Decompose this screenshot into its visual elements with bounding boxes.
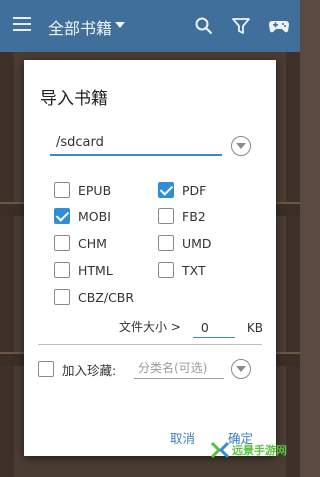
format-label: FB2 <box>182 208 206 224</box>
library-title[interactable]: 全部书籍 <box>48 15 112 39</box>
format-option-txt[interactable]: TXT <box>158 260 206 280</box>
checkbox[interactable] <box>54 182 70 198</box>
favorite-option[interactable]: 加入珍藏: <box>38 358 116 380</box>
format-option-mobi[interactable]: MOBI <box>54 206 111 226</box>
checkbox-checked[interactable] <box>158 182 174 198</box>
watermark: 远景手游网 <box>210 436 287 464</box>
format-label: HTML <box>78 262 113 278</box>
menu-icon[interactable] <box>13 17 31 31</box>
watermark-logo-icon <box>210 441 230 459</box>
shelf-side <box>0 52 14 477</box>
category-dropdown-icon[interactable] <box>231 359 251 379</box>
format-option-cbz-cbr[interactable]: CBZ/CBR <box>54 287 134 307</box>
format-label: MOBI <box>78 208 111 224</box>
format-option-umd[interactable]: UMD <box>158 233 212 253</box>
search-icon[interactable] <box>195 17 213 35</box>
dialog-title: 导入书籍 <box>40 89 108 109</box>
checkbox[interactable] <box>158 235 174 251</box>
divider <box>38 344 262 345</box>
checkbox[interactable] <box>158 208 174 224</box>
file-size-label: 文件大小 > <box>119 320 181 334</box>
path-dropdown-icon[interactable] <box>231 136 251 156</box>
chevron-down-icon[interactable] <box>115 22 125 28</box>
format-option-pdf[interactable]: PDF <box>158 180 206 200</box>
cancel-button[interactable]: 取消 <box>170 428 195 447</box>
format-option-fb2[interactable]: FB2 <box>158 206 206 226</box>
format-label: UMD <box>182 235 212 251</box>
app-bar: 全部书籍 <box>0 0 300 52</box>
checkbox[interactable] <box>158 262 174 278</box>
format-label: PDF <box>182 182 207 198</box>
category-input[interactable]: 分类名(可选) <box>134 359 224 379</box>
file-size-input[interactable]: 0 <box>192 320 235 338</box>
watermark-text: 远景手游网 <box>232 444 287 457</box>
format-option-html[interactable]: HTML <box>54 260 113 280</box>
favorite-checkbox[interactable] <box>38 361 54 377</box>
format-label: CHM <box>78 235 107 251</box>
path-input[interactable]: /sdcard <box>50 132 222 156</box>
checkbox[interactable] <box>54 289 70 305</box>
filter-icon[interactable] <box>232 17 250 35</box>
format-option-chm[interactable]: CHM <box>54 233 107 253</box>
format-label: CBZ/CBR <box>78 289 135 305</box>
import-books-dialog: 导入书籍 /sdcard EPUB PDF MOBI FB2 CHM UMD H… <box>24 60 276 456</box>
format-label: EPUB <box>78 182 112 198</box>
file-size-row: 文件大小 > 0 KB <box>119 316 263 338</box>
favorite-label: 加入珍藏: <box>62 362 117 378</box>
checkbox-checked[interactable] <box>54 208 70 224</box>
checkbox[interactable] <box>54 235 70 251</box>
file-size-unit: KB <box>246 321 263 335</box>
format-label: TXT <box>182 262 206 278</box>
shelf-side <box>286 52 300 477</box>
format-option-epub[interactable]: EPUB <box>54 180 111 200</box>
gamepad-icon[interactable] <box>268 17 290 35</box>
checkbox[interactable] <box>54 262 70 278</box>
